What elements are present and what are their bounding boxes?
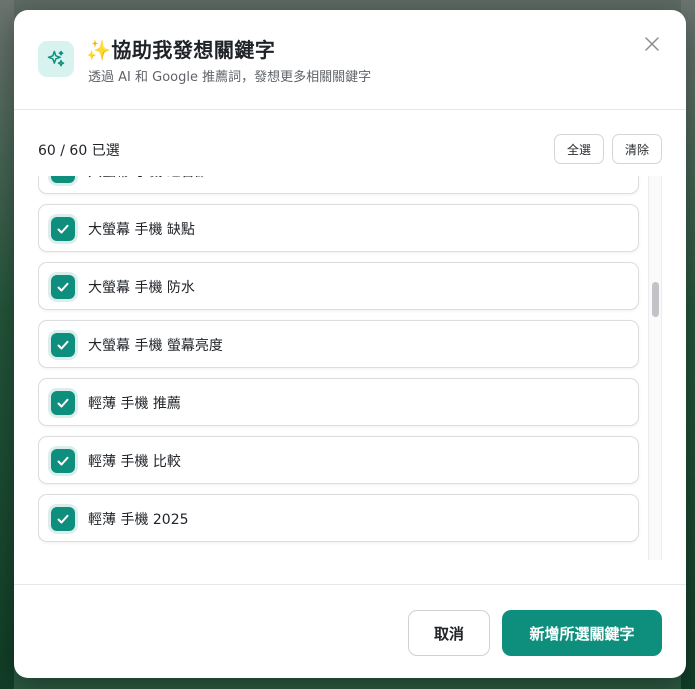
- keyword-label: 輕薄 手機 2025: [88, 512, 189, 528]
- keyword-ideas-dialog: ✨協助我發想關鍵字 透過 AI 和 Google 推薦詞，發想更多相關關鍵字 6…: [14, 10, 686, 678]
- check-icon: [57, 456, 69, 466]
- scrollbar-thumb[interactable]: [652, 282, 659, 317]
- keyword-item[interactable]: 大螢幕 手機 適合誰: [38, 176, 639, 194]
- keyword-label: 輕薄 手機 比較: [88, 454, 181, 470]
- keyword-checkbox[interactable]: [51, 449, 75, 473]
- cancel-button[interactable]: 取消: [408, 610, 490, 656]
- keyword-checkbox[interactable]: [51, 217, 75, 241]
- check-icon: [57, 398, 69, 408]
- keyword-checkbox[interactable]: [51, 176, 75, 183]
- keyword-label: 輕薄 手機 推薦: [88, 396, 181, 412]
- sparkles-icon: [38, 41, 74, 77]
- keyword-list: 大螢幕 手機 適合誰大螢幕 手機 缺點大螢幕 手機 防水大螢幕 手機 螢幕亮度輕…: [38, 176, 648, 560]
- check-icon: [57, 282, 69, 292]
- keyword-checkbox[interactable]: [51, 333, 75, 357]
- dialog-header: ✨協助我發想關鍵字 透過 AI 和 Google 推薦詞，發想更多相關關鍵字: [14, 10, 686, 110]
- keyword-item[interactable]: 輕薄 手機 2025: [38, 494, 639, 542]
- dialog-footer: 取消 新增所選關鍵字: [14, 584, 686, 678]
- check-icon: [57, 224, 69, 234]
- backdrop: [0, 0, 14, 689]
- close-icon: [645, 37, 659, 51]
- check-icon: [57, 514, 69, 524]
- keyword-checkbox[interactable]: [51, 507, 75, 531]
- close-button[interactable]: [642, 34, 662, 54]
- scrollbar[interactable]: [648, 176, 662, 560]
- keyword-list-content: 大螢幕 手機 適合誰大螢幕 手機 缺點大螢幕 手機 防水大螢幕 手機 螢幕亮度輕…: [38, 176, 639, 552]
- selection-toolbar: 60 / 60 已選 全選 清除: [14, 134, 686, 164]
- keyword-label: 大螢幕 手機 缺點: [88, 222, 195, 238]
- keyword-checkbox[interactable]: [51, 391, 75, 415]
- check-icon: [56, 176, 70, 178]
- keyword-item[interactable]: 輕薄 手機 推薦: [38, 378, 639, 426]
- keyword-checkbox[interactable]: [51, 275, 75, 299]
- keyword-label: 大螢幕 手機 螢幕亮度: [88, 338, 223, 354]
- keyword-item[interactable]: 輕薄 手機 比較: [38, 436, 639, 484]
- clear-button[interactable]: 清除: [612, 134, 662, 164]
- keyword-item[interactable]: 大螢幕 手機 螢幕亮度: [38, 320, 639, 368]
- keyword-item[interactable]: 大螢幕 手機 缺點: [38, 204, 639, 252]
- add-selected-keywords-button[interactable]: 新增所選關鍵字: [502, 610, 662, 656]
- keyword-label: 大螢幕 手機 防水: [88, 280, 195, 296]
- keyword-item[interactable]: 大螢幕 手機 防水: [38, 262, 639, 310]
- dialog-title: ✨協助我發想關鍵字: [86, 38, 276, 62]
- check-icon: [57, 340, 69, 350]
- keyword-label: 大螢幕 手機 適合誰: [88, 176, 209, 181]
- select-all-button[interactable]: 全選: [554, 134, 604, 164]
- selected-count: 60 / 60 已選: [38, 143, 120, 159]
- dialog-subtitle: 透過 AI 和 Google 推薦詞，發想更多相關關鍵字: [88, 70, 372, 85]
